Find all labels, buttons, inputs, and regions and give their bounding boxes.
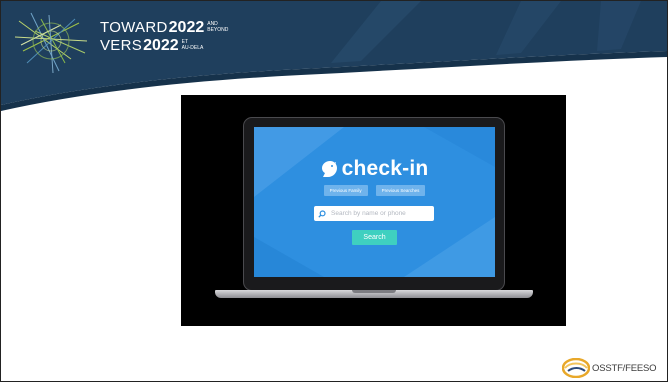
logo-year: 2022 — [168, 19, 205, 36]
logo-line-french: VERS 2022 ET AU-DELA — [100, 37, 228, 55]
previous-family-button[interactable]: Previous Family — [323, 185, 368, 196]
embedded-video[interactable]: check-in Previous Family Previous Search… — [181, 95, 566, 326]
presentation-slide: TOWARD 2022 AND BEYOND VERS 2022 ET AU-D… — [0, 0, 668, 382]
logo-word: VERS — [100, 37, 143, 54]
screen-background-graphic — [254, 127, 495, 277]
logo-year: 2022 — [143, 37, 179, 54]
app-screen: check-in Previous Family Previous Search… — [254, 127, 495, 277]
event-logo: TOWARD 2022 AND BEYOND VERS 2022 ET AU-D… — [100, 19, 228, 55]
logo-line-english: TOWARD 2022 AND BEYOND — [100, 19, 228, 37]
previous-searches-button[interactable]: Previous Searches — [375, 185, 426, 196]
previous-buttons: Previous Family Previous Searches — [254, 185, 495, 196]
org-name: OSSTF/FEESO — [592, 362, 657, 374]
logo-sub-bottom: BEYOND — [207, 26, 229, 33]
app-name: check-in — [341, 157, 429, 180]
logo-subtext: ET AU-DELA — [181, 39, 204, 51]
app-brand: check-in — [254, 157, 495, 181]
logo-subtext: AND BEYOND — [207, 21, 229, 33]
search-icon — [318, 209, 326, 218]
osstf-logo: OSSTF/FEESO — [562, 356, 667, 380]
search-input[interactable]: Search by name or phone — [314, 206, 434, 221]
search-placeholder: Search by name or phone — [331, 210, 406, 217]
laptop-lid: check-in Previous Family Previous Search… — [243, 117, 505, 291]
osstf-emblem-icon — [562, 358, 590, 378]
logo-sub-bottom: AU-DELA — [181, 44, 204, 51]
search-button[interactable]: Search — [352, 230, 397, 245]
laptop-notch — [352, 290, 396, 293]
logo-word: TOWARD — [100, 19, 168, 36]
bird-logo-icon — [321, 160, 337, 177]
